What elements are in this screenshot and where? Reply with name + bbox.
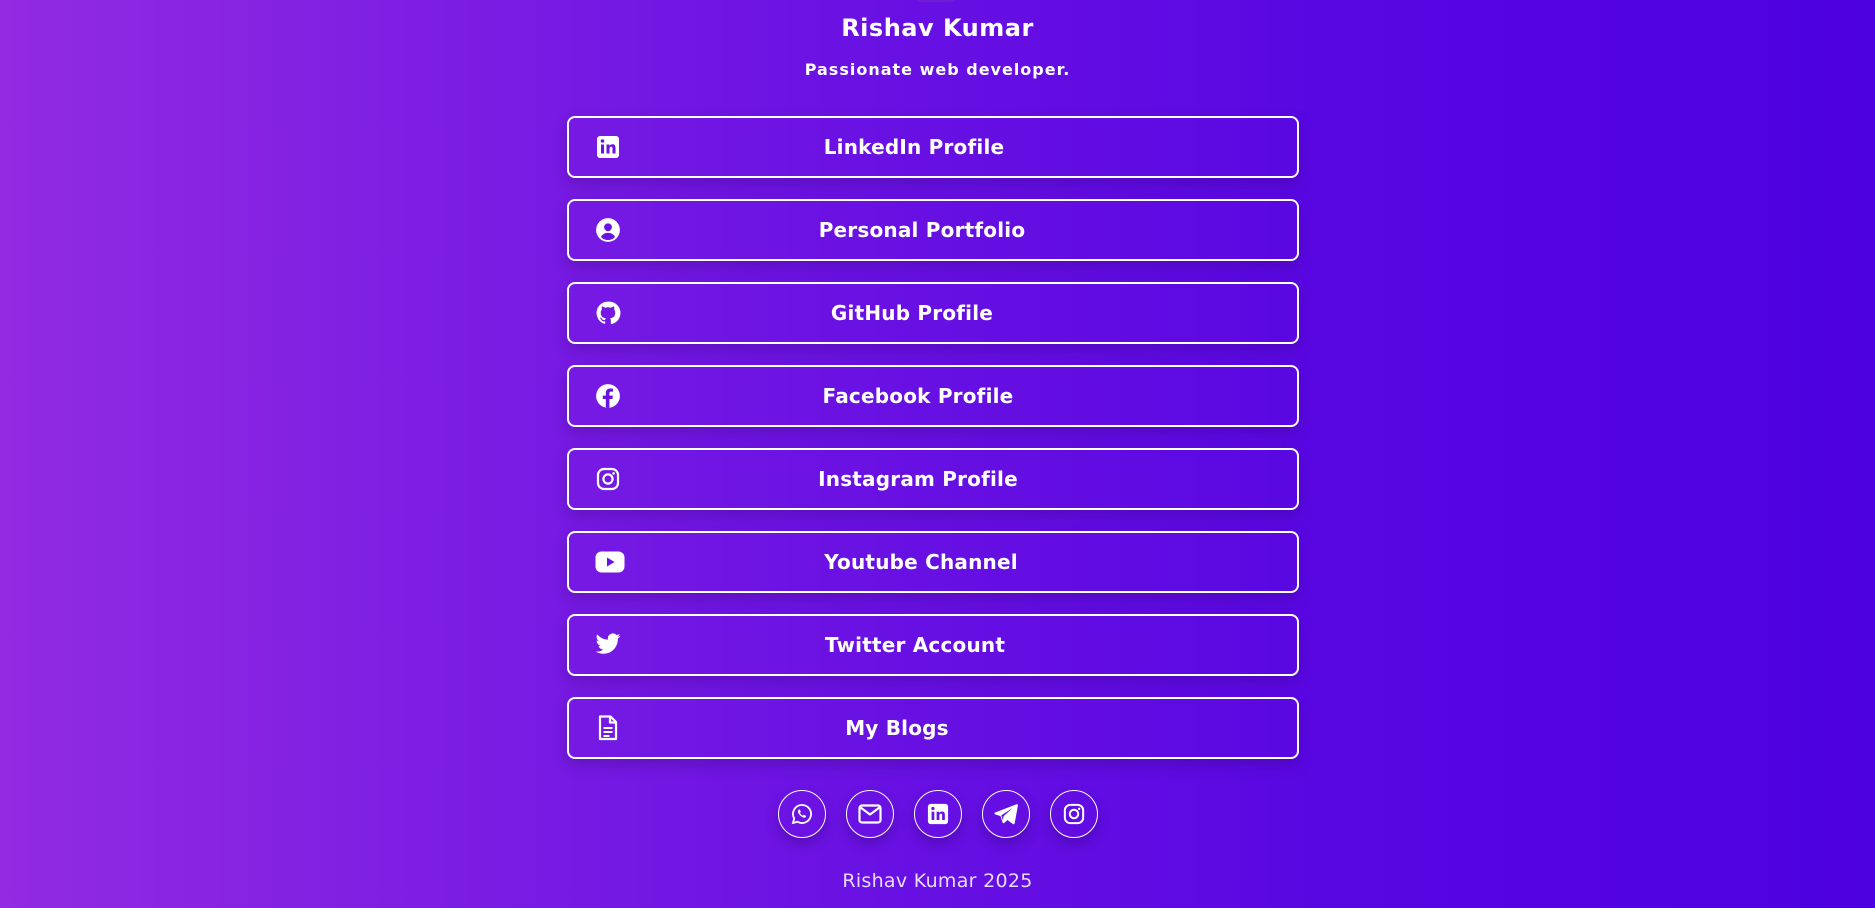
facebook-icon: [594, 382, 622, 410]
document-icon: [594, 714, 622, 742]
instagram-button[interactable]: [1049, 790, 1098, 838]
user-circle-icon: [594, 216, 622, 244]
telegram-button[interactable]: [981, 790, 1030, 838]
linkedin-profile-button[interactable]: LinkedIn Profile: [567, 116, 1299, 178]
instagram-icon: [594, 465, 622, 493]
link-label: Youtube Channel: [824, 550, 1018, 574]
link-label: Personal Portfolio: [818, 218, 1026, 242]
github-profile-button[interactable]: GitHub Profile: [567, 282, 1299, 344]
link-label: Instagram Profile: [818, 467, 1018, 491]
link-label: GitHub Profile: [830, 301, 994, 325]
linkedin-button[interactable]: [913, 790, 962, 838]
profile-name: Rishav Kumar: [841, 14, 1034, 42]
link-label: Facebook Profile: [822, 384, 1014, 408]
telegram-icon: [993, 803, 1018, 825]
youtube-icon: [594, 548, 626, 576]
linkedin-icon: [594, 133, 622, 161]
my-blogs-button[interactable]: My Blogs: [567, 697, 1299, 759]
twitter-account-button[interactable]: Twitter Account: [567, 614, 1299, 676]
facebook-profile-button[interactable]: Facebook Profile: [567, 365, 1299, 427]
youtube-channel-button[interactable]: Youtube Channel: [567, 531, 1299, 593]
social-icon-row: [0, 790, 1875, 838]
link-label: Twitter Account: [824, 633, 1006, 657]
instagram-profile-button[interactable]: Instagram Profile: [567, 448, 1299, 510]
personal-portfolio-button[interactable]: Personal Portfolio: [567, 199, 1299, 261]
github-icon: [594, 299, 622, 327]
link-list: LinkedIn Profile Personal Portfolio GitH…: [567, 116, 1299, 780]
footer-text: Rishav Kumar 2025: [842, 870, 1033, 892]
twitter-icon: [594, 631, 622, 659]
link-label: My Blogs: [845, 716, 949, 740]
instagram-icon: [1063, 803, 1085, 825]
mail-icon: [857, 804, 882, 824]
link-label: LinkedIn Profile: [823, 135, 1005, 159]
linkedin-icon: [927, 803, 949, 825]
profile-header: Rishav Kumar Passionate web developer.: [0, 12, 1875, 80]
mail-button[interactable]: [845, 790, 894, 838]
whatsapp-icon: [791, 803, 813, 825]
avatar: [912, 0, 960, 2]
whatsapp-button[interactable]: [777, 790, 826, 838]
profile-tagline: Passionate web developer.: [804, 60, 1071, 79]
